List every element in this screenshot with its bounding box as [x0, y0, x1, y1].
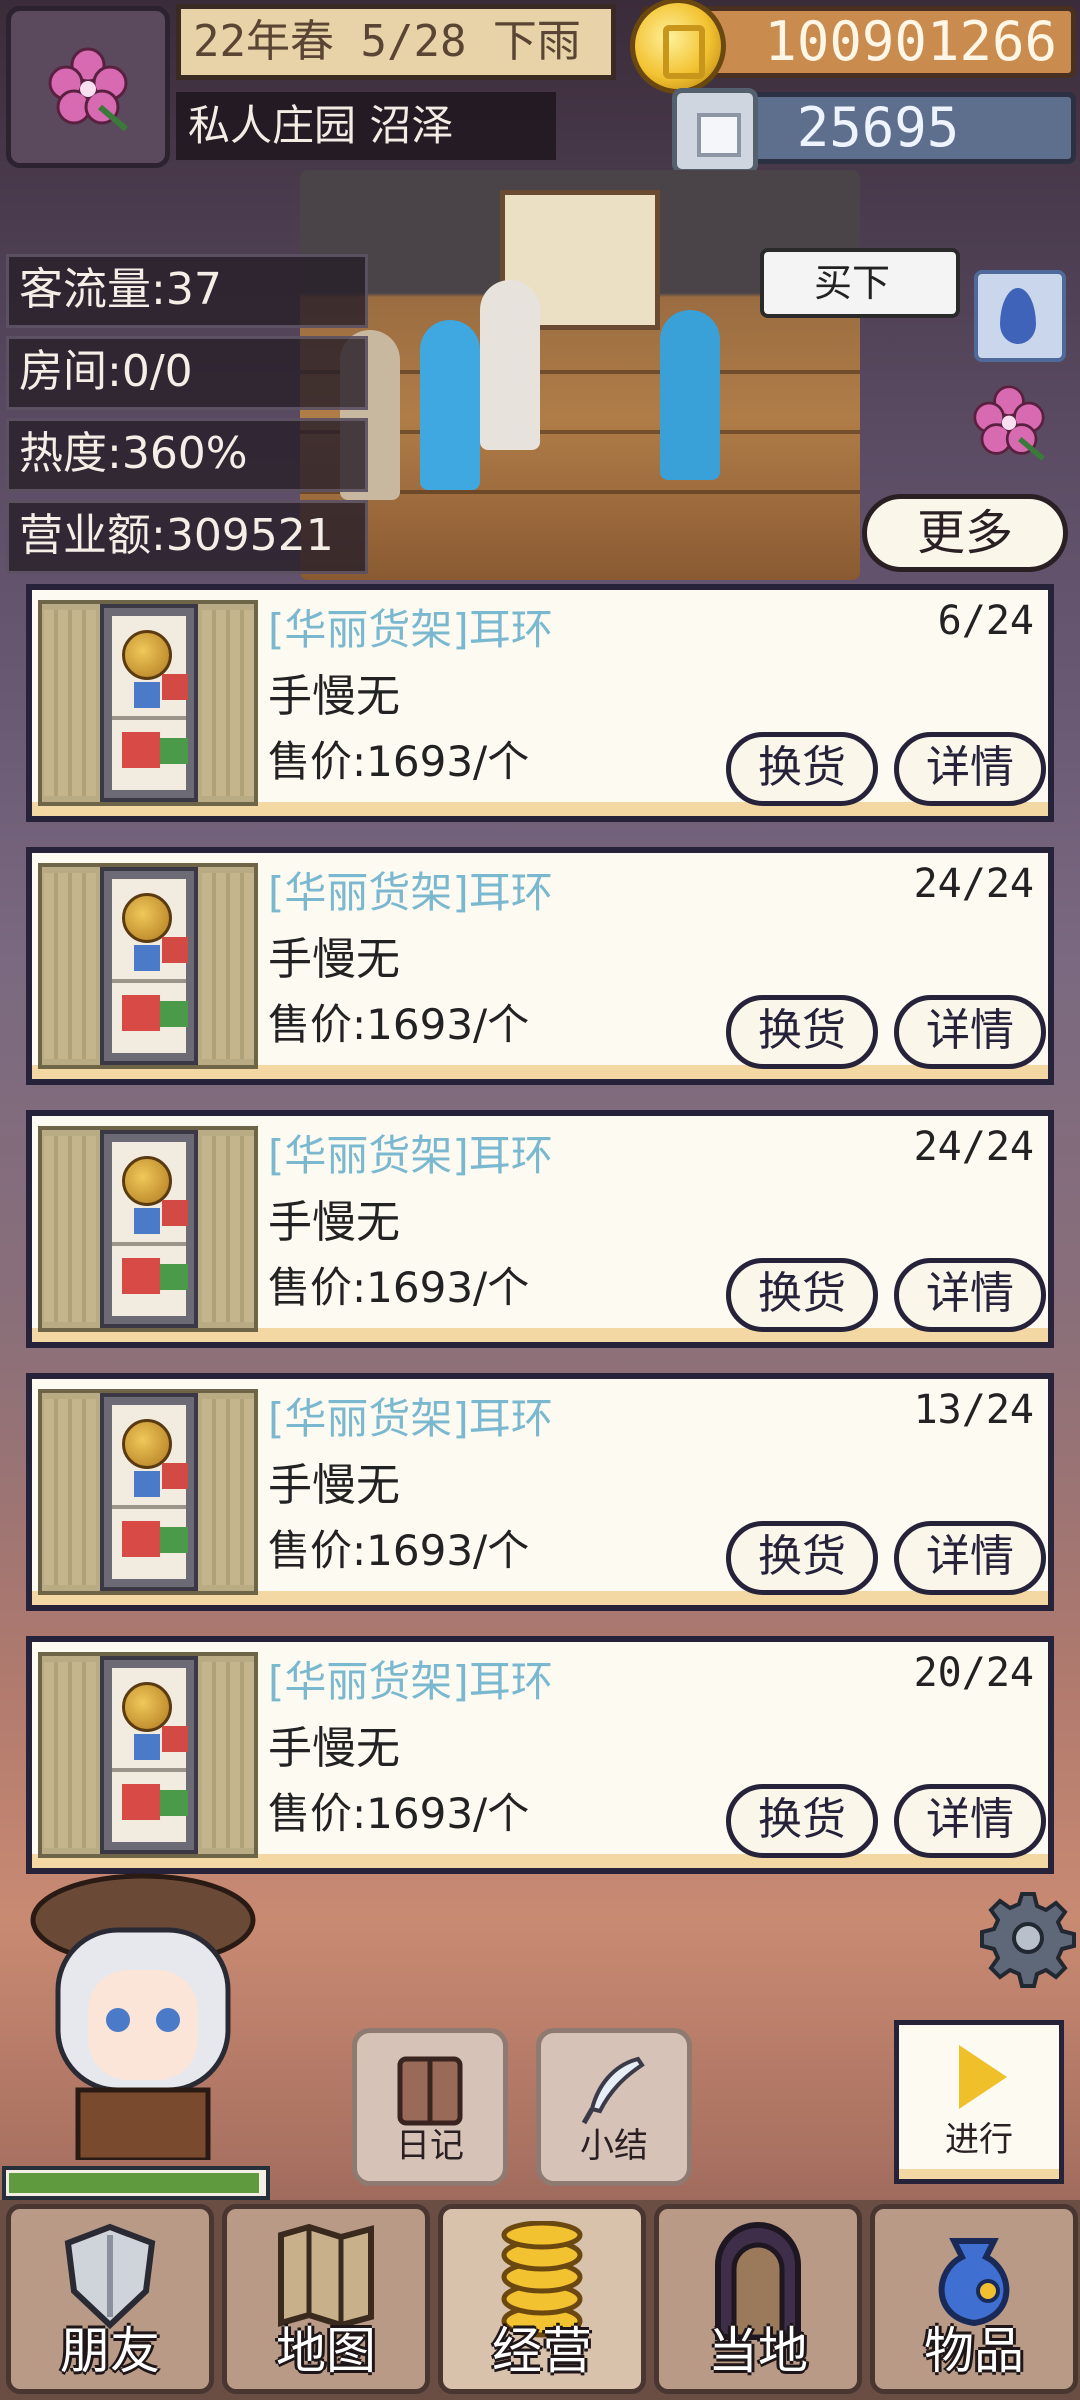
- summary-button[interactable]: 小结: [536, 2028, 692, 2186]
- shelf-stock-count: 13/24: [913, 1387, 1034, 1433]
- nav-item-map[interactable]: 地图: [222, 2204, 430, 2394]
- bottom-nav: 朋友 地图 经营 当地 物品: [0, 2200, 1080, 2400]
- shelf-thumbnail: [38, 1389, 258, 1595]
- shelf-owner: 手慢无: [268, 934, 400, 985]
- shop-scene: [300, 170, 860, 580]
- nav-item-coins[interactable]: 经营: [438, 2204, 646, 2394]
- shelf-title: [华丽货架]耳环: [268, 1131, 553, 1180]
- earring-bag-icon: [122, 1419, 172, 1469]
- shelf-thumbnail: [38, 600, 258, 806]
- flower-icon: [48, 47, 128, 132]
- shelf-title: [华丽货架]耳环: [268, 1394, 553, 1443]
- shelf-stock-count: 24/24: [913, 861, 1034, 907]
- hero-portrait[interactable]: [18, 1860, 268, 2163]
- shelf-owner: 手慢无: [268, 1723, 400, 1774]
- shelf-price: 售价:1693/个: [268, 737, 530, 786]
- shelf-stock-count: 24/24: [913, 1124, 1034, 1170]
- earring-bag-icon: [122, 630, 172, 680]
- stat-revenue: 营业额:309521: [6, 500, 368, 574]
- shelf-price: 售价:1693/个: [268, 1789, 530, 1838]
- nav-label: 物品: [924, 2322, 1024, 2380]
- shelf-list: [华丽货架]耳环 6/24 手慢无 售价:1693/个 换货 详情 [华丽货架]…: [26, 584, 1054, 1899]
- shelf-thumbnail: [38, 863, 258, 1069]
- nav-item-bag[interactable]: 物品: [870, 2204, 1078, 2394]
- stat-popularity: 热度:360%: [6, 418, 368, 492]
- nav-label: 当地: [708, 2322, 808, 2380]
- shelf-thumbnail: [38, 1126, 258, 1332]
- shelf-price: 售价:1693/个: [268, 1000, 530, 1049]
- water-drop-icon[interactable]: [974, 270, 1066, 362]
- shelf-card[interactable]: [华丽货架]耳环 20/24 手慢无 售价:1693/个 换货 详情: [26, 1636, 1054, 1874]
- silver-coin-icon: [672, 88, 758, 174]
- earring-bag-icon: [122, 893, 172, 943]
- customer-character[interactable]: [660, 310, 720, 480]
- speech-bubble: 买下: [760, 248, 960, 318]
- shelf-stock-count: 20/24: [913, 1650, 1034, 1696]
- details-button[interactable]: 详情: [894, 732, 1046, 806]
- shelf-title: [华丽货架]耳环: [268, 1657, 553, 1706]
- diary-button[interactable]: 日记: [352, 2028, 508, 2186]
- swap-goods-button[interactable]: 换货: [726, 1258, 878, 1332]
- shopkeeper-character[interactable]: [480, 280, 540, 450]
- stat-rooms: 房间:0/0: [6, 336, 368, 410]
- location-label: 私人庄园 沼泽: [176, 92, 556, 160]
- shelf-owner: 手慢无: [268, 671, 400, 722]
- nav-item-door[interactable]: 当地: [654, 2204, 862, 2394]
- nav-label: 地图: [276, 2322, 376, 2380]
- hp-bar: [2, 2166, 270, 2200]
- shelf-owner: 手慢无: [268, 1197, 400, 1248]
- more-button[interactable]: 更多: [862, 494, 1068, 572]
- stat-traffic: 客流量:37: [6, 254, 368, 328]
- gold-coin-icon: [630, 0, 726, 94]
- proceed-label: 进行: [945, 2120, 1013, 2160]
- details-button[interactable]: 详情: [894, 1521, 1046, 1595]
- date-weather-bar: 22年春 5/28 下雨: [176, 4, 616, 80]
- shelf-stock-count: 6/24: [937, 598, 1034, 644]
- shelf-price: 售价:1693/个: [268, 1526, 530, 1575]
- shelf-owner: 手慢无: [268, 1460, 400, 1511]
- flower-icon[interactable]: [964, 376, 1054, 466]
- player-avatar-frame[interactable]: [6, 6, 170, 168]
- swap-goods-button[interactable]: 换货: [726, 995, 878, 1069]
- shelf-card[interactable]: [华丽货架]耳环 13/24 手慢无 售价:1693/个 换货 详情: [26, 1373, 1054, 1611]
- customer-character[interactable]: [420, 320, 480, 490]
- details-button[interactable]: 详情: [894, 1784, 1046, 1858]
- shelf-price: 售价:1693/个: [268, 1263, 530, 1312]
- shelf-title: [华丽货架]耳环: [268, 605, 553, 654]
- diary-label: 日记: [396, 2126, 464, 2166]
- swap-goods-button[interactable]: 换货: [726, 1521, 878, 1595]
- shelf-title: [华丽货架]耳环: [268, 868, 553, 917]
- swap-goods-button[interactable]: 换货: [726, 1784, 878, 1858]
- shelf-card[interactable]: [华丽货架]耳环 24/24 手慢无 售价:1693/个 换货 详情: [26, 847, 1054, 1085]
- nav-item-shield[interactable]: 朋友: [6, 2204, 214, 2394]
- proceed-button[interactable]: 进行: [894, 2020, 1064, 2184]
- details-button[interactable]: 详情: [894, 1258, 1046, 1332]
- play-icon: [959, 2045, 1007, 2109]
- shelf-card[interactable]: [华丽货架]耳环 24/24 手慢无 售价:1693/个 换货 详情: [26, 1110, 1054, 1348]
- earring-bag-icon: [122, 1156, 172, 1206]
- earring-bag-icon: [122, 1682, 172, 1732]
- details-button[interactable]: 详情: [894, 995, 1046, 1069]
- nav-label: 经营: [492, 2322, 592, 2380]
- hp-bar-fill: [9, 2173, 259, 2193]
- swap-goods-button[interactable]: 换货: [726, 732, 878, 806]
- summary-label: 小结: [580, 2126, 648, 2166]
- shelf-thumbnail: [38, 1652, 258, 1858]
- shelf-card[interactable]: [华丽货架]耳环 6/24 手慢无 售价:1693/个 换货 详情: [26, 584, 1054, 822]
- settings-gear-icon[interactable]: [978, 1888, 1078, 1988]
- nav-label: 朋友: [60, 2322, 160, 2380]
